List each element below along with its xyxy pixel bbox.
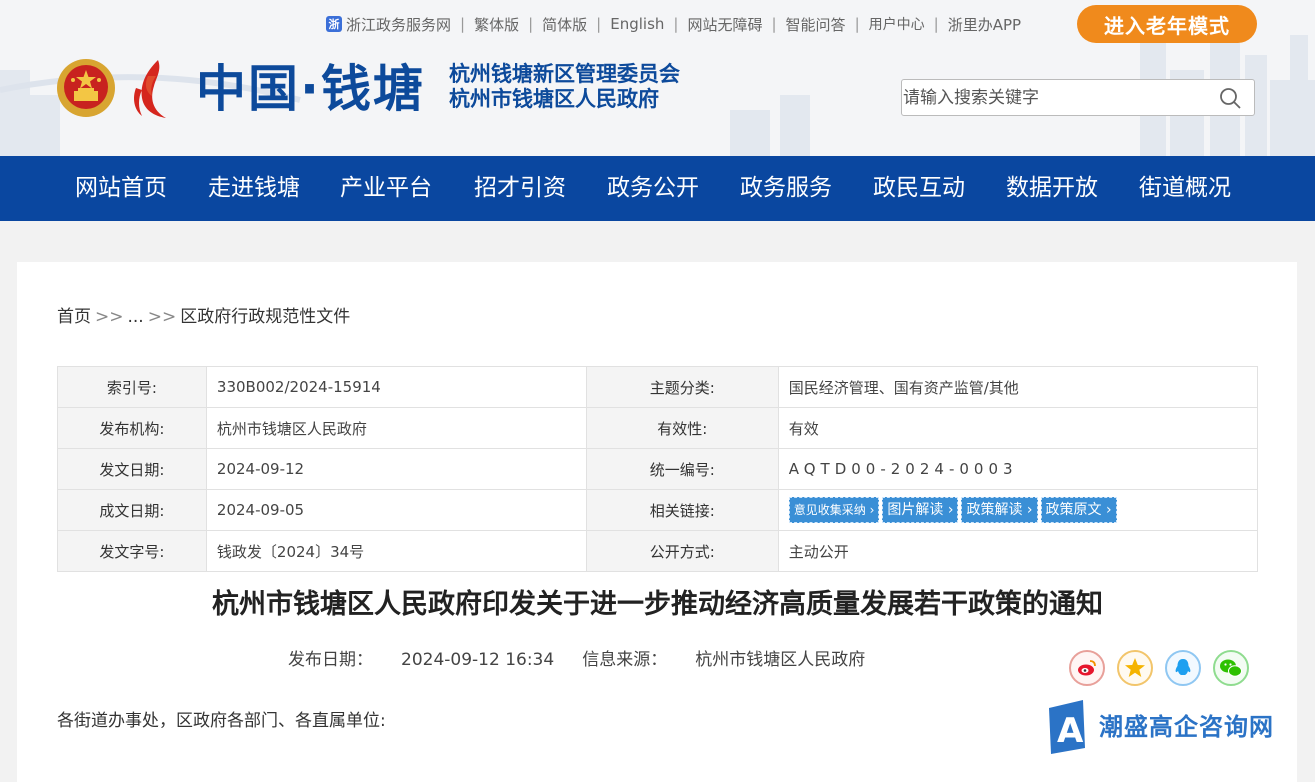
meta-open-mode: 主动公开 — [777, 530, 1259, 572]
info-source: 信息来源： 杭州市钱塘区人民政府 — [582, 650, 866, 670]
meta-label: 相关链接: — [585, 489, 779, 531]
top-link-english[interactable]: English — [610, 15, 664, 33]
nav-gov-services[interactable]: 政务服务 — [740, 156, 832, 221]
link-policy-interpretation[interactable]: 政策解读 › — [961, 497, 1038, 523]
site-brand-subtitle: 杭州钱塘新区管理委员会 杭州市钱塘区人民政府 — [449, 62, 680, 112]
meta-publisher: 杭州市钱塘区人民政府 — [205, 407, 587, 449]
table-row: 发文日期: 2024-09-12 统一编号: AQTD00-2024-0003 — [57, 448, 1259, 490]
document-title: 杭州市钱塘区人民政府印发关于进一步推动经济高质量发展若干政策的通知 — [212, 589, 1103, 620]
link-feedback-adoption[interactable]: 意见收集采纳 › — [788, 497, 880, 523]
top-link-simplified[interactable]: 简体版 — [542, 14, 587, 35]
top-link-zlb-app[interactable]: 浙里办APP — [948, 14, 1021, 35]
breadcrumb-home[interactable]: 首页 — [57, 307, 91, 327]
brand-sub-line1: 杭州钱塘新区管理委员会 — [449, 62, 680, 86]
top-link-accessibility[interactable]: 网站无障碍 — [687, 14, 762, 35]
meta-index-no: 330B002/2024-15914 — [205, 366, 587, 408]
nav-streets[interactable]: 街道概况 — [1139, 156, 1231, 221]
table-row: 索引号: 330B002/2024-15914 主题分类: 国民经济管理、国有资… — [57, 366, 1259, 408]
meta-label: 发文字号: — [57, 530, 207, 572]
search-icon[interactable] — [1218, 86, 1242, 110]
meta-label: 索引号: — [57, 366, 207, 408]
main-nav: 网站首页 走进钱塘 产业平台 招才引资 政务公开 政务服务 政民互动 数据开放 … — [0, 156, 1315, 221]
meta-doc-no: 钱政发〔2024〕34号 — [205, 530, 587, 572]
weibo-icon[interactable] — [1069, 650, 1105, 686]
publish-date: 发布日期： 2024-09-12 16:34 — [288, 650, 555, 670]
meta-written-date: 2024-09-05 — [205, 489, 587, 531]
meta-label: 有效性: — [585, 407, 779, 449]
nav-about-qiantang[interactable]: 走进钱塘 — [208, 156, 300, 221]
search-input[interactable] — [902, 80, 1203, 115]
breadcrumb-ellipsis[interactable]: ... — [128, 307, 144, 327]
brand-sub-line2: 杭州市钱塘区人民政府 — [449, 87, 659, 111]
search-box — [901, 79, 1255, 116]
qiantang-logo-icon — [134, 60, 166, 118]
meta-label: 公开方式: — [585, 530, 779, 572]
meta-label: 发布机构: — [57, 407, 207, 449]
meta-label: 成文日期: — [57, 489, 207, 531]
wechat-icon[interactable] — [1213, 650, 1249, 686]
qzone-icon[interactable] — [1117, 650, 1153, 686]
document-meta-table: 索引号: 330B002/2024-15914 主题分类: 国民经济管理、国有资… — [57, 366, 1259, 572]
breadcrumb: 首页 >>... >> 区政府行政规范性文件 — [57, 307, 351, 327]
elder-mode-button[interactable]: 进入老年模式 — [1077, 5, 1257, 43]
top-link-smart-qa[interactable]: 智能问答 — [786, 14, 846, 35]
top-link-zjzwfw[interactable]: 浙江政务服务网 — [346, 14, 451, 35]
nav-talent-investment[interactable]: 招才引资 — [474, 156, 566, 221]
meta-unified-no: AQTD00-2024-0003 — [777, 448, 1259, 490]
watermark-text: 潮盛高企咨询网 — [1099, 712, 1274, 741]
meta-label: 发文日期: — [57, 448, 207, 490]
meta-topic: 国民经济管理、国有资产监管/其他 — [777, 366, 1259, 408]
nav-home[interactable]: 网站首页 — [75, 156, 167, 221]
link-image-interpretation[interactable]: 图片解读 › — [882, 497, 959, 523]
meta-label: 统一编号: — [585, 448, 779, 490]
link-policy-original[interactable]: 政策原文 › — [1040, 497, 1117, 523]
meta-related-links: 意见收集采纳 › 图片解读 › 政策解读 › 政策原文 › — [777, 489, 1259, 531]
qq-icon[interactable] — [1165, 650, 1201, 686]
top-link-traditional[interactable]: 繁体版 — [474, 14, 519, 35]
top-links-bar: 浙 浙江政务服务网 | 繁体版 | 简体版 | English | 网站无障碍 … — [326, 13, 1021, 35]
meta-issue-date: 2024-09-12 — [205, 448, 587, 490]
table-row: 成文日期: 2024-09-05 相关链接: 意见收集采纳 › 图片解读 › 政策解… — [57, 489, 1259, 531]
top-link-user-center[interactable]: 用户中心 — [869, 14, 925, 34]
nav-industry-platform[interactable]: 产业平台 — [340, 156, 432, 221]
national-emblem-icon — [57, 59, 115, 117]
breadcrumb-current[interactable]: 区政府行政规范性文件 — [180, 307, 350, 327]
table-row: 发布机构: 杭州市钱塘区人民政府 有效性: 有效 — [57, 407, 1259, 449]
zhejiang-gov-icon: 浙 — [326, 16, 342, 32]
site-brand-title[interactable]: 中国·钱塘 — [196, 60, 425, 118]
svg-text:A: A — [1057, 711, 1084, 751]
meta-validity: 有效 — [777, 407, 1259, 449]
document-greeting: 各街道办事处，区政府各部门、各直属单位: — [57, 711, 386, 731]
nav-interaction[interactable]: 政民互动 — [873, 156, 965, 221]
table-row: 发文字号: 钱政发〔2024〕34号 公开方式: 主动公开 — [57, 530, 1259, 572]
nav-gov-affairs-open[interactable]: 政务公开 — [607, 156, 699, 221]
header: 浙 浙江政务服务网 | 繁体版 | 简体版 | English | 网站无障碍 … — [0, 0, 1315, 156]
meta-label: 主题分类: — [585, 366, 779, 408]
publish-info: 发布日期： 2024-09-12 16:34 信息来源： 杭州市钱塘区人民政府 — [288, 645, 865, 670]
nav-open-data[interactable]: 数据开放 — [1006, 156, 1098, 221]
